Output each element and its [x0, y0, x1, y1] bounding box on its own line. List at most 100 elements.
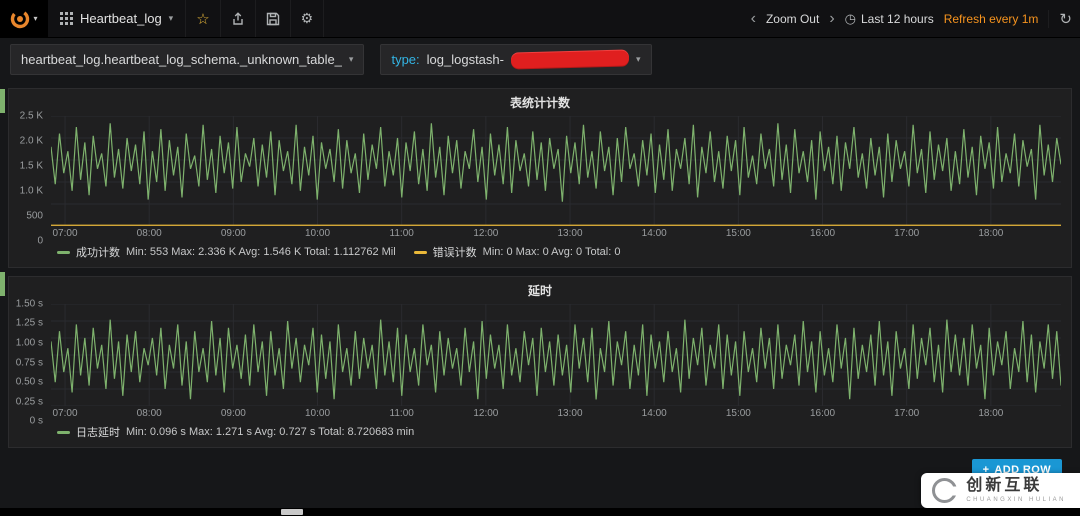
- watermark: 创新互联 CHUANGXIN HULIAN: [921, 473, 1080, 508]
- x-axis: 07:00 08:00 09:00 10:00 11:00 12:00 13:00 14:00…: [51, 406, 1061, 421]
- grid-icon: [60, 12, 73, 25]
- plot-area[interactable]: 07:00 08:00 09:00 10:00 11:00 12:00 13:00 14:00…: [51, 116, 1061, 241]
- x-axis-tick: 09:00: [220, 408, 246, 419]
- x-axis-tick: 17:00: [894, 408, 920, 419]
- y-axis: 1.50 s 1.25 s 1.00 s 0.75 s 0.50 s 0.25 s 0 s: [9, 299, 51, 427]
- legend-item-success-count[interactable]: 成功计数 Min: 553 Max: 2.336 K Avg: 1.546 K …: [57, 244, 396, 260]
- dashboard-settings-button[interactable]: ⚙: [291, 0, 325, 37]
- clock-icon: ◷: [844, 10, 856, 26]
- y-axis-tick: 0.25 s: [15, 396, 43, 407]
- legend-label: 成功计数: [76, 247, 120, 259]
- y-axis-tick: 500: [26, 210, 43, 222]
- y-axis-tick: 0.75 s: [15, 357, 43, 368]
- legend-label: 日志延时: [76, 427, 120, 439]
- x-axis-tick: 16:00: [810, 408, 836, 419]
- star-dashboard-button[interactable]: ☆: [186, 0, 221, 37]
- legend-stats: Min: 0.096 s Max: 1.271 s Avg: 0.727 s T…: [126, 426, 415, 438]
- panel-table-count: 表统计计数 2.5 K 2.0 K 1.5 K 1.0 K 500 0 07:00 08:0…: [8, 88, 1072, 268]
- variable-bar: heartbeat_log.heartbeat_log_schema._unkn…: [0, 38, 1080, 80]
- y-axis: 2.5 K 2.0 K 1.5 K 1.0 K 500 0: [9, 111, 51, 247]
- shift-time-forward-chevron[interactable]: ›: [829, 10, 834, 27]
- watermark-brand: 创新互联: [966, 477, 1043, 494]
- series-line: [51, 123, 1061, 201]
- legend-series-color: [57, 430, 70, 434]
- type-variable-value: log_logstash-: [426, 51, 504, 67]
- time-series-chart[interactable]: 2.5 K 2.0 K 1.5 K 1.0 K 500 0 07:00 08:00 09:00…: [9, 111, 1071, 247]
- refresh-interval-button[interactable]: Refresh every 1m: [944, 12, 1039, 26]
- x-axis-tick: 11:00: [389, 228, 414, 239]
- x-axis-tick: 08:00: [136, 408, 162, 419]
- save-dashboard-button[interactable]: [256, 0, 291, 37]
- x-axis-tick: 12:00: [473, 228, 499, 239]
- refresh-button[interactable]: ↻: [1048, 9, 1072, 28]
- x-axis-tick: 18:00: [978, 408, 1004, 419]
- plot-area[interactable]: 07:00 08:00 09:00 10:00 11:00 12:00 13:00 14:00…: [51, 304, 1061, 421]
- type-variable-dropdown[interactable]: type: log_logstash- ▾: [380, 43, 652, 75]
- chart-canvas[interactable]: [51, 116, 1061, 226]
- legend-item-error-count[interactable]: 错误计数 Min: 0 Max: 0 Avg: 0 Total: 0: [413, 244, 621, 260]
- dashboard-rows: 表统计计数 2.5 K 2.0 K 1.5 K 1.0 K 500 0 07:00 08:0…: [0, 88, 1080, 481]
- legend-stats: Min: 553 Max: 2.336 K Avg: 1.546 K Total…: [126, 246, 396, 258]
- x-axis-tick: 09:00: [220, 228, 246, 239]
- x-axis-tick: 10:00: [305, 228, 331, 239]
- navbar: ▾ Heartbeat_log ▾ ☆ ⚙ ‹ Zoom Out › ◷ Las…: [0, 0, 1080, 38]
- shift-time-back-chevron[interactable]: ‹: [751, 10, 756, 27]
- x-axis-tick: 14:00: [641, 408, 667, 419]
- legend-item-log-latency[interactable]: 日志延时 Min: 0.096 s Max: 1.271 s Avg: 0.72…: [57, 424, 414, 440]
- x-axis-tick: 10:00: [305, 408, 331, 419]
- redaction-scribble: [510, 49, 630, 69]
- panel-title[interactable]: 延时: [9, 277, 1071, 302]
- y-axis-tick: 2.0 K: [19, 135, 43, 147]
- caret-down-icon: ▾: [33, 14, 38, 23]
- x-axis-tick: 13:00: [557, 228, 583, 239]
- row-handle[interactable]: [0, 272, 5, 296]
- chuangxin-logo-icon: [932, 478, 958, 503]
- x-axis-tick: 08:00: [136, 228, 162, 239]
- x-axis-tick: 15:00: [725, 228, 751, 239]
- x-axis-tick: 17:00: [894, 228, 920, 239]
- y-axis-tick: 0: [37, 235, 43, 247]
- x-axis-tick: 13:00: [557, 408, 583, 419]
- legend: 成功计数 Min: 553 Max: 2.336 K Avg: 1.546 K …: [9, 241, 1071, 267]
- grafana-flame-icon: [11, 9, 30, 28]
- watermark-subtext: CHUANGXIN HULIAN: [966, 497, 1066, 503]
- gear-icon: ⚙: [300, 10, 314, 26]
- x-axis-tick: 07:00: [52, 228, 78, 239]
- share-dashboard-button[interactable]: [221, 0, 256, 37]
- panel-latency: 延时 1.50 s 1.25 s 1.00 s 0.75 s 0.50 s 0.25 s 0…: [8, 276, 1072, 448]
- row-handle[interactable]: [0, 89, 5, 113]
- x-axis-tick: 14:00: [641, 228, 667, 239]
- y-axis-tick: 1.50 s: [15, 298, 43, 310]
- legend-stats: Min: 0 Max: 0 Avg: 0 Total: 0: [482, 246, 621, 258]
- table-variable-value: heartbeat_log.heartbeat_log_schema._unkn…: [21, 51, 342, 67]
- x-axis-tick: 12:00: [473, 408, 499, 419]
- table-variable-dropdown[interactable]: heartbeat_log.heartbeat_log_schema._unkn…: [10, 43, 365, 75]
- y-axis-tick: 2.5 K: [19, 110, 43, 122]
- save-icon: [266, 12, 279, 25]
- x-axis-tick: 16:00: [810, 228, 836, 239]
- x-axis-tick: 11:00: [389, 408, 414, 419]
- dashboard-picker[interactable]: Heartbeat_log ▾: [48, 0, 187, 37]
- time-series-chart[interactable]: 1.50 s 1.25 s 1.00 s 0.75 s 0.50 s 0.25 s0 s …: [9, 299, 1071, 427]
- bottom-strip-tab: [281, 509, 303, 515]
- add-row-bar: + ADD ROW: [8, 448, 1072, 481]
- caret-down-icon: ▾: [168, 13, 174, 23]
- share-icon: [232, 11, 243, 25]
- zoom-out-button[interactable]: Zoom Out: [766, 12, 819, 26]
- panel-title[interactable]: 表统计计数: [9, 89, 1071, 114]
- y-axis-tick: 1.5 K: [19, 160, 43, 172]
- chart-canvas[interactable]: [51, 304, 1061, 406]
- legend-series-color: [57, 250, 70, 254]
- time-range-button[interactable]: ◷ Last 12 hours: [845, 11, 934, 27]
- x-axis-tick: 18:00: [978, 228, 1004, 239]
- legend-label: 错误计数: [432, 247, 477, 259]
- y-axis-tick: 1.0 K: [19, 185, 43, 197]
- refresh-icon: ↻: [1059, 10, 1072, 28]
- bottom-strip: [0, 508, 1080, 516]
- y-axis-tick: 0.50 s: [15, 376, 43, 388]
- navbar-time-controls: ‹ Zoom Out › ◷ Last 12 hours Refresh eve…: [751, 0, 1080, 37]
- grafana-logo-button[interactable]: ▾: [0, 0, 48, 37]
- star-icon: ☆: [196, 10, 210, 28]
- type-variable-label: type:: [391, 51, 420, 67]
- legend: 日志延时 Min: 0.096 s Max: 1.271 s Avg: 0.72…: [9, 421, 1071, 447]
